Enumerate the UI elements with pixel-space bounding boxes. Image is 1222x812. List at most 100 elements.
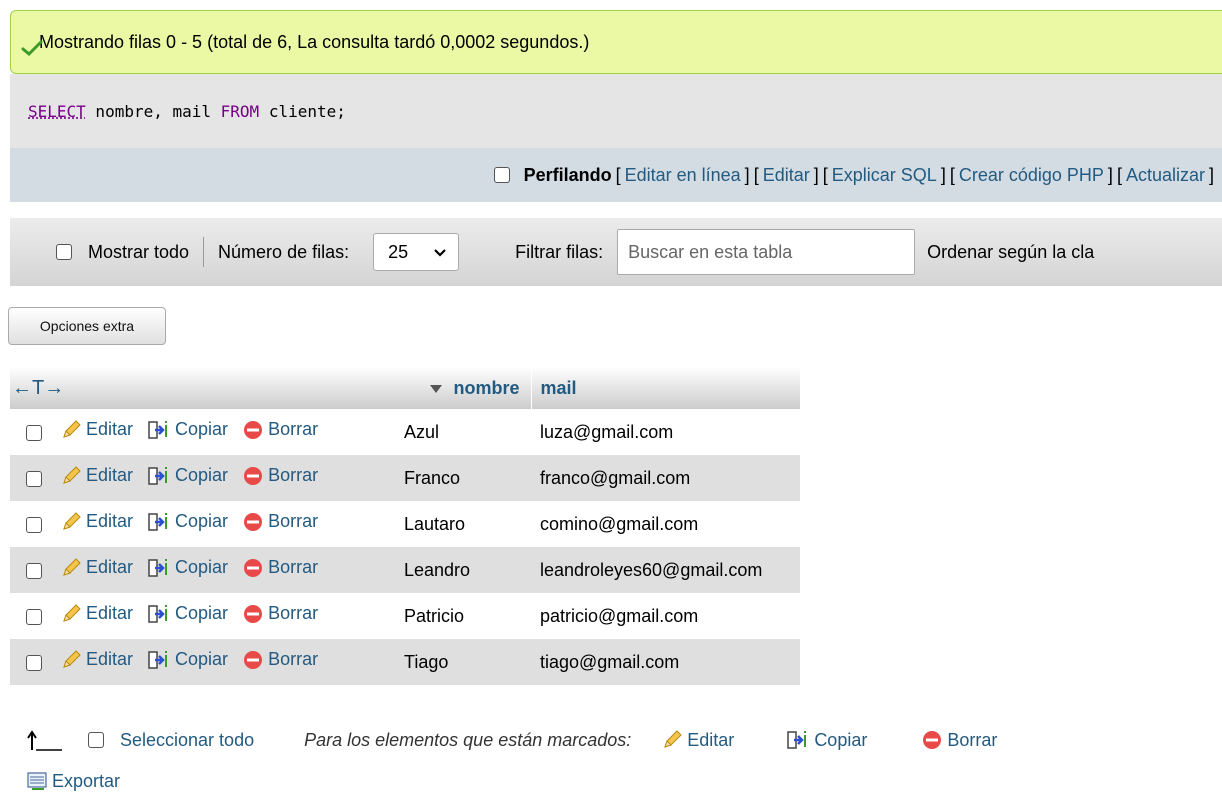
bracket: ] [940,164,946,185]
row-edit-button[interactable]: Editar [60,419,133,441]
row-delete-button[interactable]: Borrar [242,511,318,533]
column-header-mail-label[interactable]: mail [540,378,576,398]
sort-arrow-icon[interactable] [429,384,443,394]
row-edit-button[interactable]: Editar [60,557,133,579]
delete-icon [244,420,263,439]
table-row: Editar Copiar Borrar Franco franco@gmail.com [10,455,800,501]
row-edit-label[interactable]: Editar [86,649,133,670]
row-checkbox[interactable] [26,608,42,625]
row-delete-button[interactable]: Borrar [242,649,318,671]
row-checkbox[interactable] [26,424,42,441]
select-all-label[interactable]: Seleccionar todo [120,730,254,751]
row-actions: Editar Copiar Borrar [60,593,404,639]
select-all-checkbox[interactable] [88,732,104,748]
resize-handle[interactable]: ←T→ [10,367,404,409]
filter-search-input[interactable] [617,229,916,275]
row-edit-button[interactable]: Editar [60,465,133,487]
for-marked-label: Para los elementos que están marcados: [304,729,632,750]
explain-sql-link[interactable]: Explicar SQL [832,165,937,186]
bulk-copy-button[interactable]: Copiar [786,729,867,751]
row-delete-label[interactable]: Borrar [268,649,318,670]
cell-nombre[interactable]: Franco [404,455,532,501]
row-edit-button[interactable]: Editar [60,603,133,625]
sql-query-box[interactable]: SELECT nombre, mail FROM cliente; [10,74,1222,148]
row-copy-button[interactable]: Copiar [147,465,228,487]
bulk-delete-button[interactable]: Borrar [921,729,997,751]
row-edit-label[interactable]: Editar [86,511,133,532]
resize-arrows-icon[interactable]: ←T→ [10,377,64,399]
row-delete-label[interactable]: Borrar [268,511,318,532]
row-edit-label[interactable]: Editar [86,557,133,578]
row-checkbox[interactable] [26,516,42,533]
rows-value: 25 [388,241,409,262]
row-checkbox[interactable] [26,654,42,671]
row-copy-button[interactable]: Copiar [147,419,228,441]
export-button[interactable]: Exportar [26,770,120,792]
row-edit-button[interactable]: Editar [60,511,133,533]
cell-mail[interactable]: comino@gmail.com [532,501,800,547]
row-delete-label[interactable]: Borrar [268,557,318,578]
row-delete-label[interactable]: Borrar [268,419,318,440]
row-copy-label[interactable]: Copiar [175,465,228,486]
row-edit-button[interactable]: Editar [60,649,133,671]
sql-keyword-select[interactable]: SELECT [28,102,86,121]
row-copy-label[interactable]: Copiar [175,511,228,532]
row-copy-button[interactable]: Copiar [147,557,228,579]
cell-nombre[interactable]: Lautaro [404,501,532,547]
cell-mail[interactable]: leandroleyes60@gmail.com [532,547,800,593]
bulk-edit-button[interactable]: Editar [661,729,734,751]
cell-nombre[interactable]: Azul [404,409,532,455]
show-all-checkbox[interactable] [56,244,72,260]
row-copy-button[interactable]: Copiar [147,511,228,533]
pencil-icon [63,557,81,576]
table-row: Editar Copiar Borrar Leandro leandroleyes60@… [10,547,800,593]
show-all-label[interactable]: Mostrar todo [88,242,189,263]
edit-inline-link[interactable]: Editar en línea [625,165,741,186]
rows-select[interactable]: 25 [373,233,460,271]
cell-mail[interactable]: tiago@gmail.com [532,639,800,685]
cell-mail[interactable]: patricio@gmail.com [532,593,800,639]
row-edit-label[interactable]: Editar [86,603,133,624]
row-delete-button[interactable]: Borrar [242,419,318,441]
column-header-nombre-label[interactable]: nombre [453,378,519,398]
bracket: ] [1107,164,1113,185]
row-delete-button[interactable]: Borrar [242,465,318,487]
column-header-nombre[interactable]: nombre [404,367,532,409]
cell-nombre[interactable]: Leandro [404,547,532,593]
row-copy-label[interactable]: Copiar [175,419,228,440]
row-edit-label[interactable]: Editar [86,419,133,440]
row-actions: Editar Copiar Borrar [60,501,404,547]
row-checkbox[interactable] [26,562,42,579]
column-header-mail[interactable]: mail [531,367,800,409]
cell-nombre[interactable]: Patricio [404,593,532,639]
cell-mail[interactable]: franco@gmail.com [532,455,800,501]
bulk-edit-label[interactable]: Editar [687,730,734,751]
delete-icon [244,466,263,485]
success-message: Mostrando filas 0 - 5 (total de 6, La co… [10,10,1222,74]
row-delete-label[interactable]: Borrar [268,465,318,486]
checkmark-icon [21,40,43,57]
query-tools-bar: Perfilando [ Editar en línea ] [ Editar … [10,148,1222,202]
edit-link[interactable]: Editar [763,165,810,186]
row-checkbox[interactable] [26,470,42,487]
row-copy-button[interactable]: Copiar [147,603,228,625]
row-copy-label[interactable]: Copiar [175,649,228,670]
row-edit-label[interactable]: Editar [86,465,133,486]
arrow-up-left-icon [27,730,62,751]
row-copy-label[interactable]: Copiar [175,557,228,578]
export-label[interactable]: Exportar [52,771,120,792]
row-copy-button[interactable]: Copiar [147,649,228,671]
refresh-link[interactable]: Actualizar [1126,165,1205,186]
row-copy-label[interactable]: Copiar [175,603,228,624]
row-delete-label[interactable]: Borrar [268,603,318,624]
extra-options-button[interactable]: Opciones extra [8,307,166,345]
pencil-icon [63,649,81,668]
cell-mail[interactable]: luza@gmail.com [532,409,800,455]
cell-nombre[interactable]: Tiago [404,639,532,685]
bulk-delete-label[interactable]: Borrar [947,730,997,751]
profiling-checkbox[interactable] [493,167,510,183]
row-delete-button[interactable]: Borrar [242,557,318,579]
row-delete-button[interactable]: Borrar [242,603,318,625]
create-php-link[interactable]: Crear código PHP [959,165,1104,186]
bulk-copy-label[interactable]: Copiar [814,730,867,751]
